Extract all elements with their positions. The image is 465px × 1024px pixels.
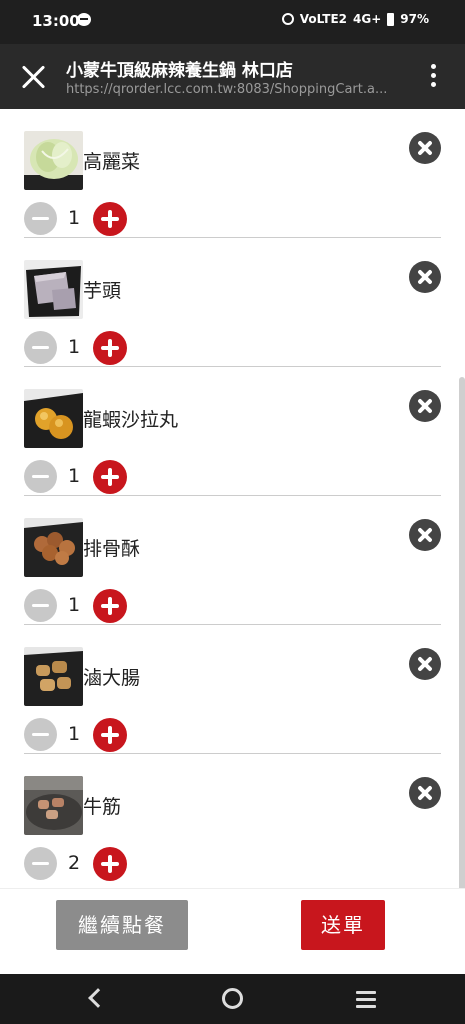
status-bar: 13:00 VoLTE2 4G+ 97%: [0, 0, 465, 44]
cart-item: 牛筋 2: [24, 754, 441, 883]
battery-icon: [387, 12, 395, 26]
beef-tendon-photo: [24, 776, 83, 835]
cabbage-photo: [24, 131, 83, 190]
page-url: https://qrorder.lcc.com.tw:8083/Shopping…: [66, 82, 388, 97]
decrease-quantity-button[interactable]: [24, 718, 57, 751]
more-vert-icon[interactable]: [431, 64, 437, 90]
increase-quantity-button[interactable]: [93, 202, 127, 236]
intestine-photo: [24, 647, 83, 706]
cart-item: 芋頭 1: [24, 238, 441, 367]
increase-quantity-button[interactable]: [93, 718, 127, 752]
increase-quantity-button[interactable]: [93, 847, 127, 881]
item-quantity: 1: [68, 723, 81, 745]
cart-item: 高麗菜 1: [24, 109, 441, 238]
volte-label: VoLTE2: [299, 12, 347, 26]
item-quantity: 1: [68, 594, 81, 616]
item-name: 高麗菜: [83, 151, 141, 173]
send-order-button[interactable]: 送單: [301, 900, 385, 950]
item-name: 牛筋: [83, 796, 122, 818]
browser-app-bar: 小蒙牛頂級麻辣養生鍋 林口店 https://qrorder.lcc.com.t…: [0, 44, 465, 109]
alarm-icon: [281, 13, 294, 25]
continue-ordering-button[interactable]: 繼續點餐: [56, 900, 188, 950]
cart-item: 龍蝦沙拉丸 1: [24, 367, 441, 496]
cart-footer: 繼續點餐 送單: [0, 888, 465, 974]
decrease-quantity-button[interactable]: [24, 589, 57, 622]
home-icon[interactable]: [222, 988, 243, 1009]
status-time: 13:00: [32, 12, 80, 30]
item-name: 龍蝦沙拉丸: [83, 409, 179, 431]
pork-rib-photo: [24, 518, 83, 577]
increase-quantity-button[interactable]: [93, 331, 127, 365]
decrease-quantity-button[interactable]: [24, 331, 57, 364]
remove-item-icon[interactable]: [409, 648, 441, 680]
cart-list[interactable]: 高麗菜 1 芋頭 1 龍蝦沙拉丸 1 排骨酥 1 滷大腸 1 牛筋 2: [0, 109, 465, 888]
system-nav-bar: [0, 974, 465, 1024]
remove-item-icon[interactable]: [409, 390, 441, 422]
close-icon[interactable]: [20, 64, 46, 90]
back-icon[interactable]: [88, 988, 108, 1008]
network-type: 4G+: [353, 12, 382, 26]
decrease-quantity-button[interactable]: [24, 847, 57, 880]
item-name: 芋頭: [83, 280, 122, 302]
item-name: 排骨酥: [83, 538, 141, 560]
item-quantity: 2: [68, 852, 81, 874]
scrollbar[interactable]: [459, 377, 465, 888]
recent-apps-icon[interactable]: [356, 991, 376, 1008]
status-icons: VoLTE2 4G+ 97%: [281, 12, 429, 26]
item-quantity: 1: [68, 207, 81, 229]
remove-item-icon[interactable]: [409, 519, 441, 551]
item-quantity: 1: [68, 336, 81, 358]
item-name: 滷大腸: [83, 667, 141, 689]
decrease-quantity-button[interactable]: [24, 202, 57, 235]
cart-item: 滷大腸 1: [24, 625, 441, 754]
taro-photo: [24, 260, 83, 319]
lobster-ball-photo: [24, 389, 83, 448]
chat-notification-icon: [77, 13, 91, 26]
increase-quantity-button[interactable]: [93, 460, 127, 494]
cart-item: 排骨酥 1: [24, 496, 441, 625]
item-quantity: 1: [68, 465, 81, 487]
battery-percent: 97%: [400, 12, 429, 26]
increase-quantity-button[interactable]: [93, 589, 127, 623]
remove-item-icon[interactable]: [409, 777, 441, 809]
remove-item-icon[interactable]: [409, 261, 441, 293]
remove-item-icon[interactable]: [409, 132, 441, 164]
decrease-quantity-button[interactable]: [24, 460, 57, 493]
page-title: 小蒙牛頂級麻辣養生鍋 林口店: [66, 61, 293, 81]
